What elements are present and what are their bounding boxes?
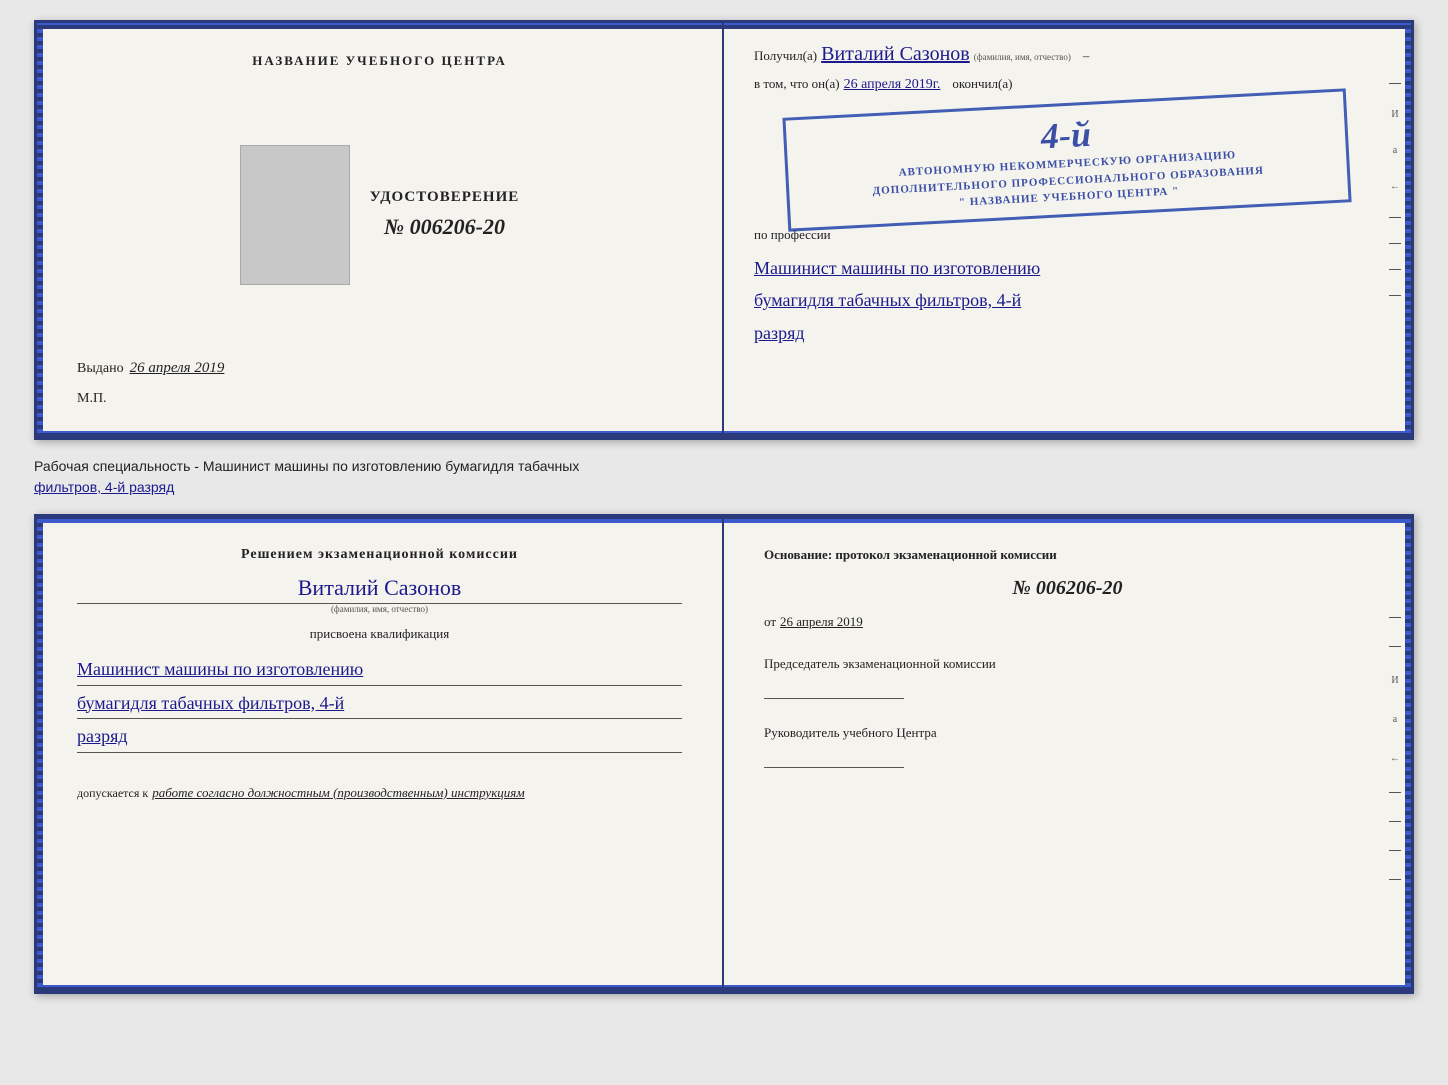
deco-line-1: [1389, 83, 1401, 84]
bottom-right-panel: Основание: протокол экзаменационной коми…: [724, 517, 1411, 991]
bottom-fio-sublabel: (фамилия, имя, отчество): [77, 604, 682, 614]
right-deco-bottom: И а ←: [1389, 617, 1401, 880]
deco-b-a: а: [1389, 714, 1401, 725]
fio-sublabel: (фамилия, имя, отчество): [974, 52, 1071, 62]
predsedatel-label: Председатель экзаменационной комиссии: [764, 654, 1371, 675]
deco-letter-a: а: [1389, 145, 1401, 156]
dopuskaetsya-value: работе согласно должностным (производств…: [152, 785, 524, 801]
photo-placeholder: [240, 145, 350, 285]
deco-b-arrow: ←: [1389, 753, 1401, 764]
predsedatel-block: Председатель экзаменационной комиссии: [764, 654, 1371, 699]
dash: –: [1083, 48, 1090, 64]
dopuskaetsya-block: допускается к работе согласно должностны…: [77, 785, 682, 801]
deco-letter-arrow: ←: [1389, 181, 1401, 192]
ot-label: от: [764, 614, 776, 630]
between-text-block: Рабочая специальность - Машинист машины …: [34, 456, 1414, 498]
udostoverenie-block: УДОСТОВЕРЕНИЕ № 006206-20: [370, 189, 520, 240]
qual-line3: разряд: [77, 721, 682, 753]
deco-b-i: И: [1389, 675, 1401, 686]
bottom-left-panel: Решением экзаменационной комиссии Витали…: [37, 517, 724, 991]
udostoverenie-number: № 006206-20: [384, 214, 505, 240]
recipient-name: Виталий Сазонов: [821, 43, 970, 66]
poluchil-line: Получил(а) Виталий Сазонов (фамилия, имя…: [754, 43, 1381, 66]
deco-line-3: [1389, 243, 1401, 244]
protocol-number: № 006206-20: [764, 577, 1371, 600]
top-left-panel: НАЗВАНИЕ УЧЕБНОГО ЦЕНТРА УДОСТОВЕРЕНИЕ №…: [37, 23, 724, 437]
top-document: НАЗВАНИЕ УЧЕБНОГО ЦЕНТРА УДОСТОВЕРЕНИЕ №…: [34, 20, 1414, 440]
bottom-name-block: Виталий Сазонов (фамилия, имя, отчество): [77, 575, 682, 614]
top-right-panel: Получил(а) Виталий Сазонов (фамилия, имя…: [724, 23, 1411, 437]
bottom-name: Виталий Сазонов: [77, 575, 682, 604]
udostoverenie-label: УДОСТОВЕРЕНИЕ: [370, 189, 520, 206]
between-text-main: Рабочая специальность - Машинист машины …: [34, 458, 579, 474]
qual-line1: Машинист машины по изготовлению: [77, 654, 682, 686]
ot-date: 26 апреля 2019: [780, 614, 863, 630]
resheniyem-text: Решением экзаменационной комиссии: [77, 547, 682, 563]
deco-line-4: [1389, 269, 1401, 270]
vydano-date: 26 апреля 2019: [130, 360, 225, 377]
po-professii-label: по профессии: [754, 227, 1381, 243]
osnovanie-text: Основание: протокол экзаменационной коми…: [764, 547, 1371, 563]
deco-line-2: [1389, 217, 1401, 218]
vtom-label: в том, что он(а): [754, 76, 840, 92]
rukovoditel-block: Руководитель учебного Центра: [764, 723, 1371, 768]
profession-line1: Машинист машины по изготовлению: [754, 253, 1381, 284]
between-text-underline: фильтров, 4-й разряд: [34, 479, 174, 495]
deco-b-line-5: [1389, 850, 1401, 851]
deco-letter-i: И: [1389, 109, 1401, 120]
vtom-date: 26 апреля 2019г.: [844, 77, 941, 93]
okonchil-label: окончил(а): [952, 76, 1012, 92]
vydano-label: Выдано: [77, 361, 124, 377]
deco-b-line-6: [1389, 879, 1401, 880]
prisvoena-text: присвоена квалификация: [77, 626, 682, 642]
qual-line2: бумагидля табачных фильтров, 4-й: [77, 688, 682, 720]
deco-b-line-3: [1389, 792, 1401, 793]
ot-date-line: от 26 апреля 2019: [764, 614, 1371, 630]
deco-b-line-2: [1389, 646, 1401, 647]
deco-b-line-1: [1389, 617, 1401, 618]
dopuskaetsya-label: допускается к: [77, 786, 148, 801]
top-left-footer: Выдано 26 апреля 2019 М.П.: [77, 360, 682, 407]
profession-line2: бумагидля табачных фильтров, 4-й: [754, 285, 1381, 316]
rukovoditel-label: Руководитель учебного Центра: [764, 723, 1371, 744]
top-left-header: НАЗВАНИЕ УЧЕБНОГО ЦЕНТРА: [252, 53, 507, 69]
deco-line-5: [1389, 295, 1401, 296]
right-deco: И а ←: [1389, 83, 1401, 296]
mp-label: М.П.: [77, 391, 107, 407]
deco-b-line-4: [1389, 821, 1401, 822]
poluchil-label: Получил(а): [754, 48, 817, 64]
profession-line3: разряд: [754, 318, 1381, 349]
top-left-middle: УДОСТОВЕРЕНИЕ № 006206-20: [77, 145, 682, 285]
stamp-block: 4-й АВТОНОМНУЮ НЕКОММЕРЧЕСКУЮ ОРГАНИЗАЦИ…: [783, 88, 1352, 231]
bottom-document: Решением экзаменационной комиссии Витали…: [34, 514, 1414, 994]
predsedatel-signature: [764, 679, 904, 699]
vydano-line: Выдано 26 апреля 2019: [77, 360, 224, 377]
rukovoditel-signature: [764, 748, 904, 768]
